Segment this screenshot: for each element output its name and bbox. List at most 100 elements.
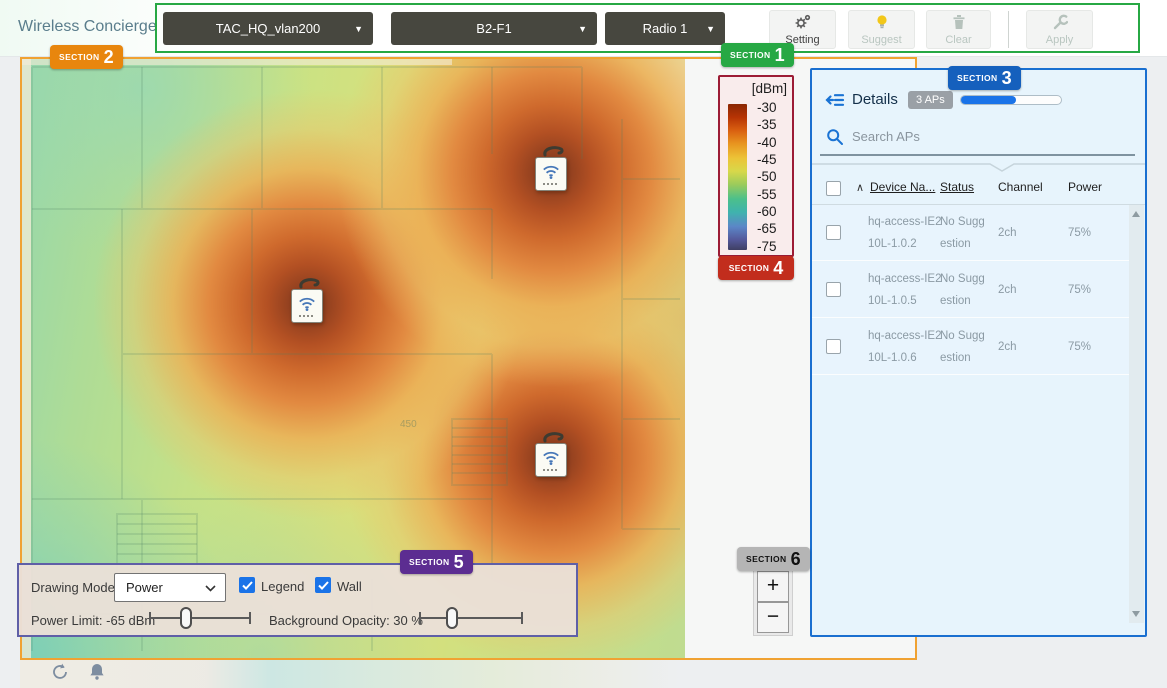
- select-all-checkbox[interactable]: [826, 181, 841, 196]
- check-icon: [318, 581, 329, 590]
- details-title: Details: [852, 91, 898, 108]
- lightbulb-icon: [875, 14, 889, 33]
- ap-details-panel: Details 3 APs ∧ Device Na... Status Chan…: [810, 68, 1147, 637]
- panel-collapse-handle[interactable]: [812, 163, 1145, 172]
- vertical-scrollbar[interactable]: [1129, 205, 1144, 623]
- slider-thumb[interactable]: [446, 607, 458, 629]
- section-2-label: SECTION 2: [50, 45, 123, 69]
- refresh-button[interactable]: [50, 662, 72, 684]
- cell-channel: 2ch: [998, 279, 1017, 301]
- chevron-down-icon: [205, 585, 216, 592]
- legend-tick: -55: [751, 188, 791, 202]
- slider-track: [419, 617, 523, 619]
- wall-checkbox-label: Wall: [337, 579, 362, 594]
- power-limit-slider[interactable]: [149, 607, 251, 629]
- legend-tick: -40: [751, 136, 791, 150]
- slider-end-tick: [419, 612, 421, 624]
- suggest-button-label: Suggest: [861, 34, 901, 46]
- network-dropdown[interactable]: TAC_HQ_vlan200 ▼: [163, 12, 373, 45]
- ap-marker[interactable]: [535, 145, 569, 193]
- legend-tick-list: -30 -35 -40 -45 -50 -55 -60 -65 -75: [751, 101, 791, 253]
- scroll-down-icon[interactable]: [1132, 611, 1140, 617]
- ap-marker[interactable]: [291, 277, 325, 325]
- search-underline: [820, 154, 1135, 156]
- wrench-icon: [1052, 14, 1068, 33]
- header-status[interactable]: Status: [940, 180, 974, 194]
- background-opacity-slider[interactable]: [419, 607, 523, 629]
- table-row[interactable]: hq-access-IE210L-1.0.2 No Suggestion 2ch…: [812, 205, 1130, 261]
- slider-thumb[interactable]: [180, 607, 192, 629]
- legend-tick: -35: [751, 118, 791, 132]
- search-input[interactable]: [852, 125, 1122, 147]
- cell-channel: 2ch: [998, 222, 1017, 244]
- table-header-row: ∧ Device Na... Status Channel Power: [812, 172, 1145, 205]
- caret-down-icon: ▼: [706, 24, 715, 34]
- drawing-mode-select[interactable]: Power: [114, 573, 226, 602]
- table-row[interactable]: hq-access-IE210L-1.0.5 No Suggestion 2ch…: [812, 262, 1130, 318]
- legend-tick: -65: [751, 222, 791, 236]
- map-zoom-control: + −: [753, 567, 793, 636]
- ap-led-dots: [543, 183, 559, 185]
- legend-tick: -50: [751, 170, 791, 184]
- wifi-icon: [540, 164, 562, 180]
- zoom-out-button[interactable]: −: [757, 602, 789, 633]
- cell-channel: 2ch: [998, 336, 1017, 358]
- details-back-button[interactable]: [825, 91, 845, 109]
- header-device-name[interactable]: Device Na...: [870, 180, 935, 194]
- row-checkbox[interactable]: [826, 339, 841, 354]
- slider-end-tick: [249, 612, 251, 624]
- clear-button[interactable]: Clear: [926, 10, 991, 49]
- ap-cable-icon: [542, 145, 564, 157]
- floor-dropdown[interactable]: B2-F1 ▼: [391, 12, 597, 45]
- floorplan-room-label: 450: [400, 419, 417, 430]
- ap-led-dots: [299, 315, 315, 317]
- ap-marker[interactable]: [535, 431, 569, 479]
- ap-cable-icon: [542, 431, 564, 443]
- bell-icon: [88, 662, 106, 682]
- wall-checkbox[interactable]: [315, 577, 331, 593]
- suggest-button[interactable]: Suggest: [848, 10, 915, 49]
- scroll-up-icon[interactable]: [1132, 211, 1140, 217]
- apply-button-label: Apply: [1046, 34, 1074, 46]
- trash-icon: [952, 14, 966, 33]
- caret-down-icon: ▼: [578, 24, 587, 34]
- progress-bar: [960, 95, 1062, 105]
- header-channel: Channel: [998, 180, 1043, 194]
- section-6-label: SECTION 6: [737, 547, 810, 571]
- section-1-label: SECTION 1: [721, 43, 794, 67]
- drawing-mode-label: Drawing Mode:: [31, 580, 118, 595]
- power-limit-label: Power Limit: -65 dBm: [31, 613, 155, 628]
- cell-device-name: hq-access-IE210L-1.0.5: [868, 268, 946, 312]
- notification-bell-button[interactable]: [88, 662, 110, 684]
- top-toolbar: Wireless Concierge TAC_HQ_vlan200 ▼ B2-F…: [0, 0, 1167, 57]
- row-checkbox[interactable]: [826, 225, 841, 240]
- legend-checkbox[interactable]: [239, 577, 255, 593]
- apply-button[interactable]: Apply: [1026, 10, 1093, 49]
- legend-tick: -75: [751, 240, 791, 254]
- table-row[interactable]: hq-access-IE210L-1.0.6 No Suggestion 2ch…: [812, 319, 1130, 375]
- refresh-icon: [50, 662, 70, 682]
- legend-tick: -45: [751, 153, 791, 167]
- progress-bar-fill: [961, 96, 1016, 104]
- cell-status: No Suggestion: [940, 211, 990, 255]
- section-4-label: SECTION 4: [718, 256, 794, 280]
- network-dropdown-value: TAC_HQ_vlan200: [163, 21, 373, 36]
- dbm-legend-panel: [dBm] -30 -35 -40 -45 -50 -55 -60 -65 -7…: [718, 75, 794, 257]
- radio-dropdown[interactable]: Radio 1 ▼: [605, 12, 725, 45]
- toolbar-divider: [1008, 11, 1009, 48]
- zoom-in-button[interactable]: +: [757, 571, 789, 602]
- app-title: Wireless Concierge: [18, 18, 157, 36]
- legend-gradient-bar: [728, 104, 747, 250]
- sort-ascending-icon: ∧: [856, 181, 864, 194]
- wifi-icon: [540, 450, 562, 466]
- slider-track: [149, 617, 251, 619]
- ap-led-dots: [543, 469, 559, 471]
- row-checkbox[interactable]: [826, 282, 841, 297]
- gear-icon: [794, 14, 811, 33]
- access-point-device: [535, 443, 567, 477]
- cell-status: No Suggestion: [940, 325, 990, 369]
- cell-power: 75%: [1068, 222, 1091, 244]
- legend-checkbox-label: Legend: [261, 579, 304, 594]
- toolbar-highlight-group: TAC_HQ_vlan200 ▼ B2-F1 ▼ Radio 1 ▼ Setti…: [155, 3, 1140, 53]
- cell-device-name: hq-access-IE210L-1.0.2: [868, 211, 946, 255]
